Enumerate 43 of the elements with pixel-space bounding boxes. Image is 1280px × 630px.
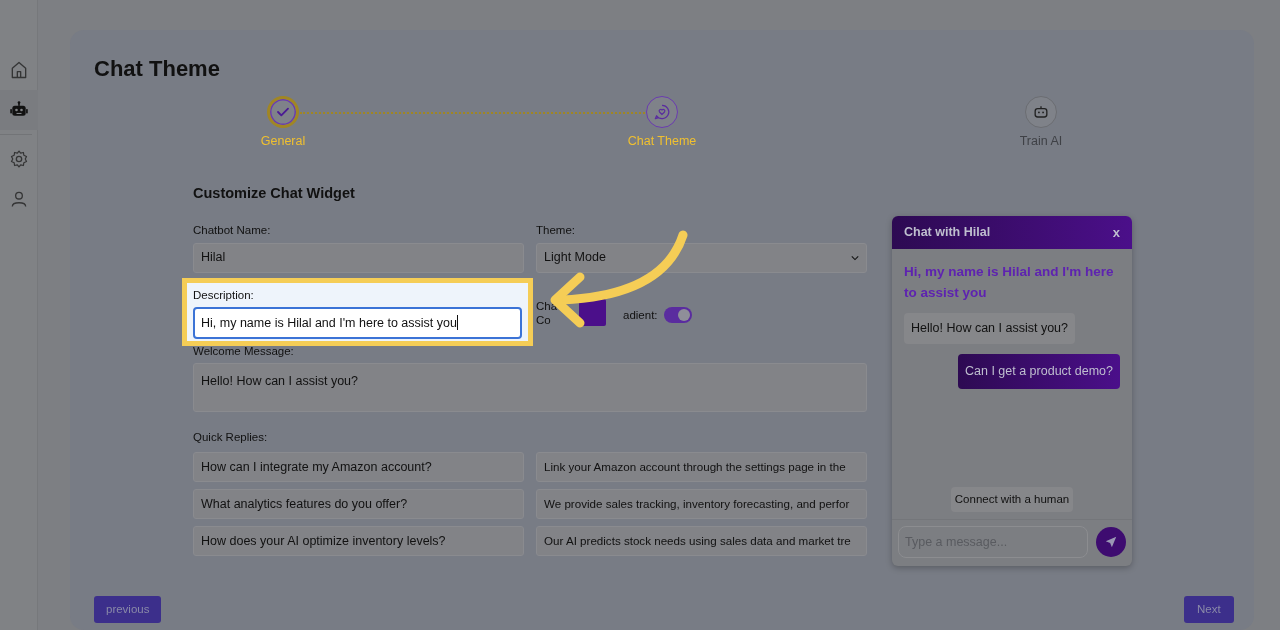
- chat-title: Chat with Hilal: [904, 224, 991, 242]
- answer-field[interactable]: Our AI predicts stock needs using sales data and market tre: [536, 526, 867, 557]
- field-label: Cha: [536, 298, 558, 313]
- bot-message: Hello! How can I assist you?: [904, 313, 1075, 344]
- section-heading: Customize Chat Widget: [193, 185, 356, 203]
- field-label: Co: [536, 312, 552, 327]
- answer-field[interactable]: Link your Amazon account through the settings page in the: [536, 452, 867, 483]
- previous-button[interactable]: previous: [94, 596, 162, 623]
- connect-button[interactable]: Connect with a human: [950, 486, 1074, 512]
- gradient-toggle[interactable]: [663, 307, 692, 324]
- description-field[interactable]: Hi, my name is Hilal and I'm here to assist you: [193, 306, 522, 339]
- page-title: Chat Theme: [94, 56, 220, 83]
- field-label: Theme:: [536, 223, 576, 239]
- step-label: General: [260, 133, 306, 150]
- question-field[interactable]: How can I integrate my Amazon account?: [193, 452, 524, 483]
- name-field[interactable]: Hilal: [193, 242, 524, 273]
- field-label: Chatbot Name:: [193, 223, 272, 239]
- answer-field[interactable]: We provide sales tracking, inventory forecasting, and perfor: [536, 489, 867, 520]
- field-label: adient:: [623, 307, 658, 323]
- theme-select[interactable]: Light Mode: [536, 242, 867, 273]
- user-message: Can I get a product demo?: [958, 353, 1120, 389]
- field-value: Hi, my name is Hilal and I'm here to assist you: [201, 314, 457, 332]
- user-icon: [9, 189, 29, 209]
- next-button[interactable]: Next: [1184, 596, 1234, 623]
- step-label: Chat Theme: [627, 133, 697, 150]
- welcome-message-field[interactable]: Hello! How can I assist you?: [193, 362, 867, 412]
- chevron-down-icon: [851, 254, 859, 261]
- selected-value: Light Mode: [544, 249, 606, 267]
- settings-icon: [9, 149, 29, 169]
- intro-text: Hi, my name is Hilal and I'm here to assist you: [904, 263, 1115, 302]
- question-field[interactable]: How does your AI optimize inventory levels?: [193, 526, 524, 557]
- question-field[interactable]: What analytics features do you offer?: [193, 489, 524, 520]
- send-button[interactable]: [1096, 527, 1126, 557]
- close-button[interactable]: x: [1112, 222, 1120, 243]
- send-icon: [1104, 535, 1118, 549]
- field-label: Description:: [193, 287, 255, 303]
- field-label: Quick Replies:: [193, 429, 269, 445]
- robot-nav-button[interactable]: [0, 90, 38, 130]
- chat-heart-icon: [652, 102, 672, 122]
- field-label: Welcome Message:: [193, 343, 295, 359]
- text-cursor: [456, 315, 458, 331]
- home-icon: [9, 60, 29, 80]
- step-label: Train AI: [1019, 133, 1063, 150]
